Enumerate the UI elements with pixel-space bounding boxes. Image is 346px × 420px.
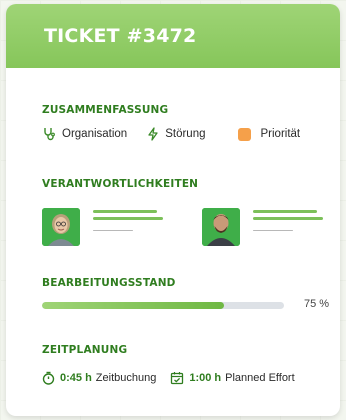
time-booked-value: 0:45 h [60,372,92,384]
responsibilities-title: VERANTWORTLICHKEITEN [42,178,199,190]
calendar-check-icon [171,372,184,385]
ticket-card: TICKET #3472 ZUSAMMENFASSUNG Organisatio… [6,4,340,416]
time-booked-label: Zeitbuchung [95,372,157,384]
person-2-details [253,210,323,235]
time-booked: 0:45 h Zeitbuchung [42,371,156,385]
time-planned-value: 1:00 h [189,372,222,384]
person-2[interactable] [202,208,323,246]
stopwatch-icon [42,371,55,385]
summary-organisation-label: Organisation [62,128,128,140]
person-1[interactable] [42,208,163,246]
stethoscope-icon [44,128,55,141]
summary-row: Organisation Störung Priorität [42,127,330,141]
schedule-row: 0:45 h Zeitbuchung 1:00 h Planned Effort [42,371,309,385]
progress-percent: 75 % [304,298,330,310]
person-1-details [93,210,163,235]
time-planned-label: Planned Effort [225,372,295,384]
summary-stoerung-label: Störung [165,128,206,140]
priority-square-icon [237,127,251,141]
time-planned: 1:00 h Planned Effort [170,371,295,385]
progress-bar [42,302,284,309]
progress-title: BEARBEITUNGSSTAND [42,277,176,289]
summary-item-organisation: Organisation [42,127,127,141]
summary-item-stoerung: Störung [147,127,206,141]
ticket-title: TICKET #3472 [44,25,197,47]
summary-title: ZUSAMMENFASSUNG [42,104,169,116]
avatar-man[interactable] [202,208,240,246]
summary-item-prioritaet: Priorität [237,127,301,141]
progress-fill [42,302,224,309]
summary-prioritaet-label: Priorität [260,128,301,140]
avatar-woman[interactable] [42,208,80,246]
card-header: TICKET #3472 [6,4,340,68]
lightning-icon [148,127,158,141]
schedule-title: ZEITPLANUNG [42,344,128,356]
